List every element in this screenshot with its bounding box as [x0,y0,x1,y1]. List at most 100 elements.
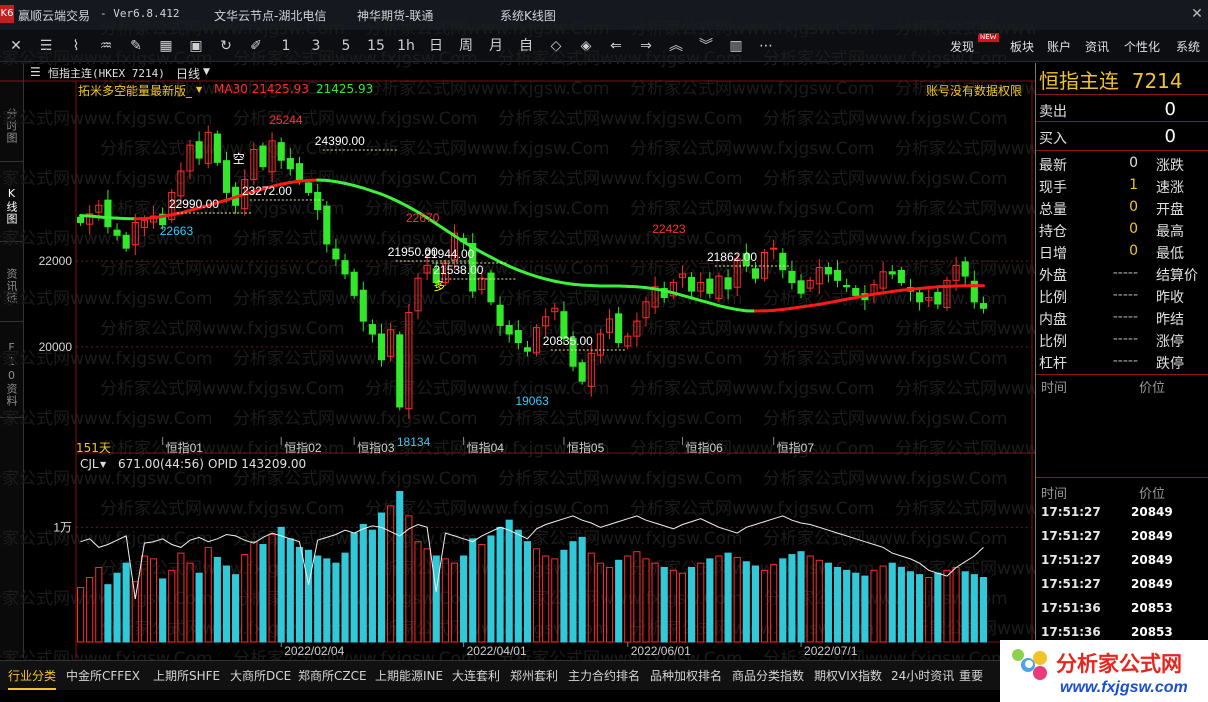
volume-bar-up [131,581,139,643]
volume-bar-up [441,558,449,643]
quote-code: 7214 [1131,69,1183,93]
menu-lines-icon[interactable]: ☰ [30,65,41,79]
quote-value: ----- [1112,265,1138,281]
candle-down [788,270,796,284]
volume-bar-down [332,562,340,643]
volume-bar-down [222,565,231,643]
volume-bar-up [943,569,951,643]
volume-bar-down [824,562,832,643]
price-annotation: 22423 [652,222,686,236]
bottom-tab[interactable]: 行业分类 [8,667,57,690]
volume-bar-down [295,546,304,643]
bottom-tab[interactable]: 期权VIX指数 [814,667,882,684]
bottom-tab[interactable]: 中金所CFFEX [66,667,140,684]
volume-bar-up [770,564,778,643]
candle-down [688,276,696,292]
candle-down [286,158,294,170]
candle-down [113,229,121,236]
quote-value: ----- [1112,309,1138,325]
chart-canvas[interactable]: 22000 20000 1万 恒指01 恒指02 恒指03 恒指04 恒指05 恒指06 恒指07… [0,0,1035,660]
bottom-tab[interactable]: 郑州套利 [510,667,558,684]
volume-indicator-name[interactable]: CJL [80,457,99,471]
candle-down [295,163,304,181]
candle-down [578,362,586,382]
volume-bar-up [533,548,541,643]
candle-down [824,267,832,275]
volume-bar-down [934,572,942,643]
indicator-dropdown-icon[interactable]: ▼ [196,85,202,94]
bottom-tab[interactable]: 上期所SHFE [153,667,220,684]
candle-down [961,261,969,277]
indicator-name[interactable]: 拓米多空能量最新版_ [78,82,192,99]
candle-down [724,277,732,290]
ma30-label: MA30 21425.93 [214,82,309,96]
bottom-tab[interactable]: 商品分类指数 [732,667,804,684]
price-annotation: 19063 [515,394,549,408]
price-annotation: 21944.00 [424,247,474,261]
candle-down [523,347,532,352]
period-dropdown-icon[interactable]: ▼ [203,67,210,77]
bottom-tab[interactable]: 大连套利 [452,667,500,684]
bottom-tab[interactable]: 重要 [959,667,983,684]
tick-price: 20853 [1131,601,1173,615]
price-header-top: 价位 [1139,381,1166,396]
close-icon[interactable]: ✕ [1186,4,1208,24]
bottom-tab[interactable]: 郑商所CZCE [298,667,367,684]
volume-bar-down [460,555,468,643]
ma30-segment [398,200,411,209]
volume-bar-down [970,574,978,643]
volume-bar-down [861,575,869,643]
candle-down [213,133,221,163]
period-select[interactable]: 日线 [176,65,200,82]
contract-name[interactable]: 恒指主连(HKEX 7214) [48,65,165,81]
volume-bar-down [888,562,896,643]
candle-down [350,271,358,296]
candle-down [314,191,322,211]
candle-down [888,271,896,275]
quote-value: 0 [1129,221,1138,237]
volume-bar-up [952,566,960,643]
bottom-tab[interactable]: 24小时资讯 [891,667,954,684]
sell-value: 0 [1164,99,1176,120]
bottom-tab[interactable]: 主力合约排名 [568,667,640,684]
bottom-tab[interactable]: 品种加权排名 [650,667,722,684]
quote-label: 开盘 [1156,202,1184,218]
volume-bar-down [906,571,915,643]
price-annotation: 多 [433,279,445,293]
menu-account[interactable]: 账户 [1047,38,1071,55]
ma30-segment [480,250,493,259]
volume-bar-up [697,562,705,643]
no-permission-note: 账号没有数据权限 [926,84,1023,98]
volume-bar-up [596,562,604,643]
volume-bar-up [715,555,723,643]
volume-bar-up [542,555,550,643]
menu-news[interactable]: 资讯 [1085,38,1109,55]
volume-bar-down [259,544,267,643]
logo-name: 分析家公式网 [1056,652,1182,676]
volume-bar-down [797,551,805,643]
menu-system[interactable]: 系统 [1176,38,1200,55]
quote-label: 总量 [1039,202,1067,218]
volume-bar-down [487,535,495,643]
volume-bar-down [113,572,121,643]
volume-bar-up [605,566,614,643]
volume-bar-up [140,555,148,643]
candle-down [852,288,860,296]
volume-bar-up [405,515,413,643]
volume-bar-down [314,555,322,643]
quote-title: 恒指主连 7214 [1039,69,1183,93]
price-annotation: 24390.00 [315,134,365,148]
volume-bar-up [815,559,823,643]
menu-personalize[interactable]: 个性化 [1124,38,1160,55]
volume-bar-up [651,562,659,643]
quote-label: 涨跌 [1156,158,1184,174]
volume-bar-up [806,555,814,643]
date-label: 2022/02/04 [284,644,344,658]
buy-value: 0 [1164,126,1176,147]
bottom-tab[interactable]: 大商所DCE [230,667,291,684]
tick-price: 20853 [1131,625,1173,639]
volume-bar-down [323,558,331,643]
volume-indicator-dropdown-icon[interactable]: ▼ [100,460,106,469]
bottom-tab[interactable]: 上期能源INE [375,667,443,684]
quote-value: ----- [1112,287,1138,303]
